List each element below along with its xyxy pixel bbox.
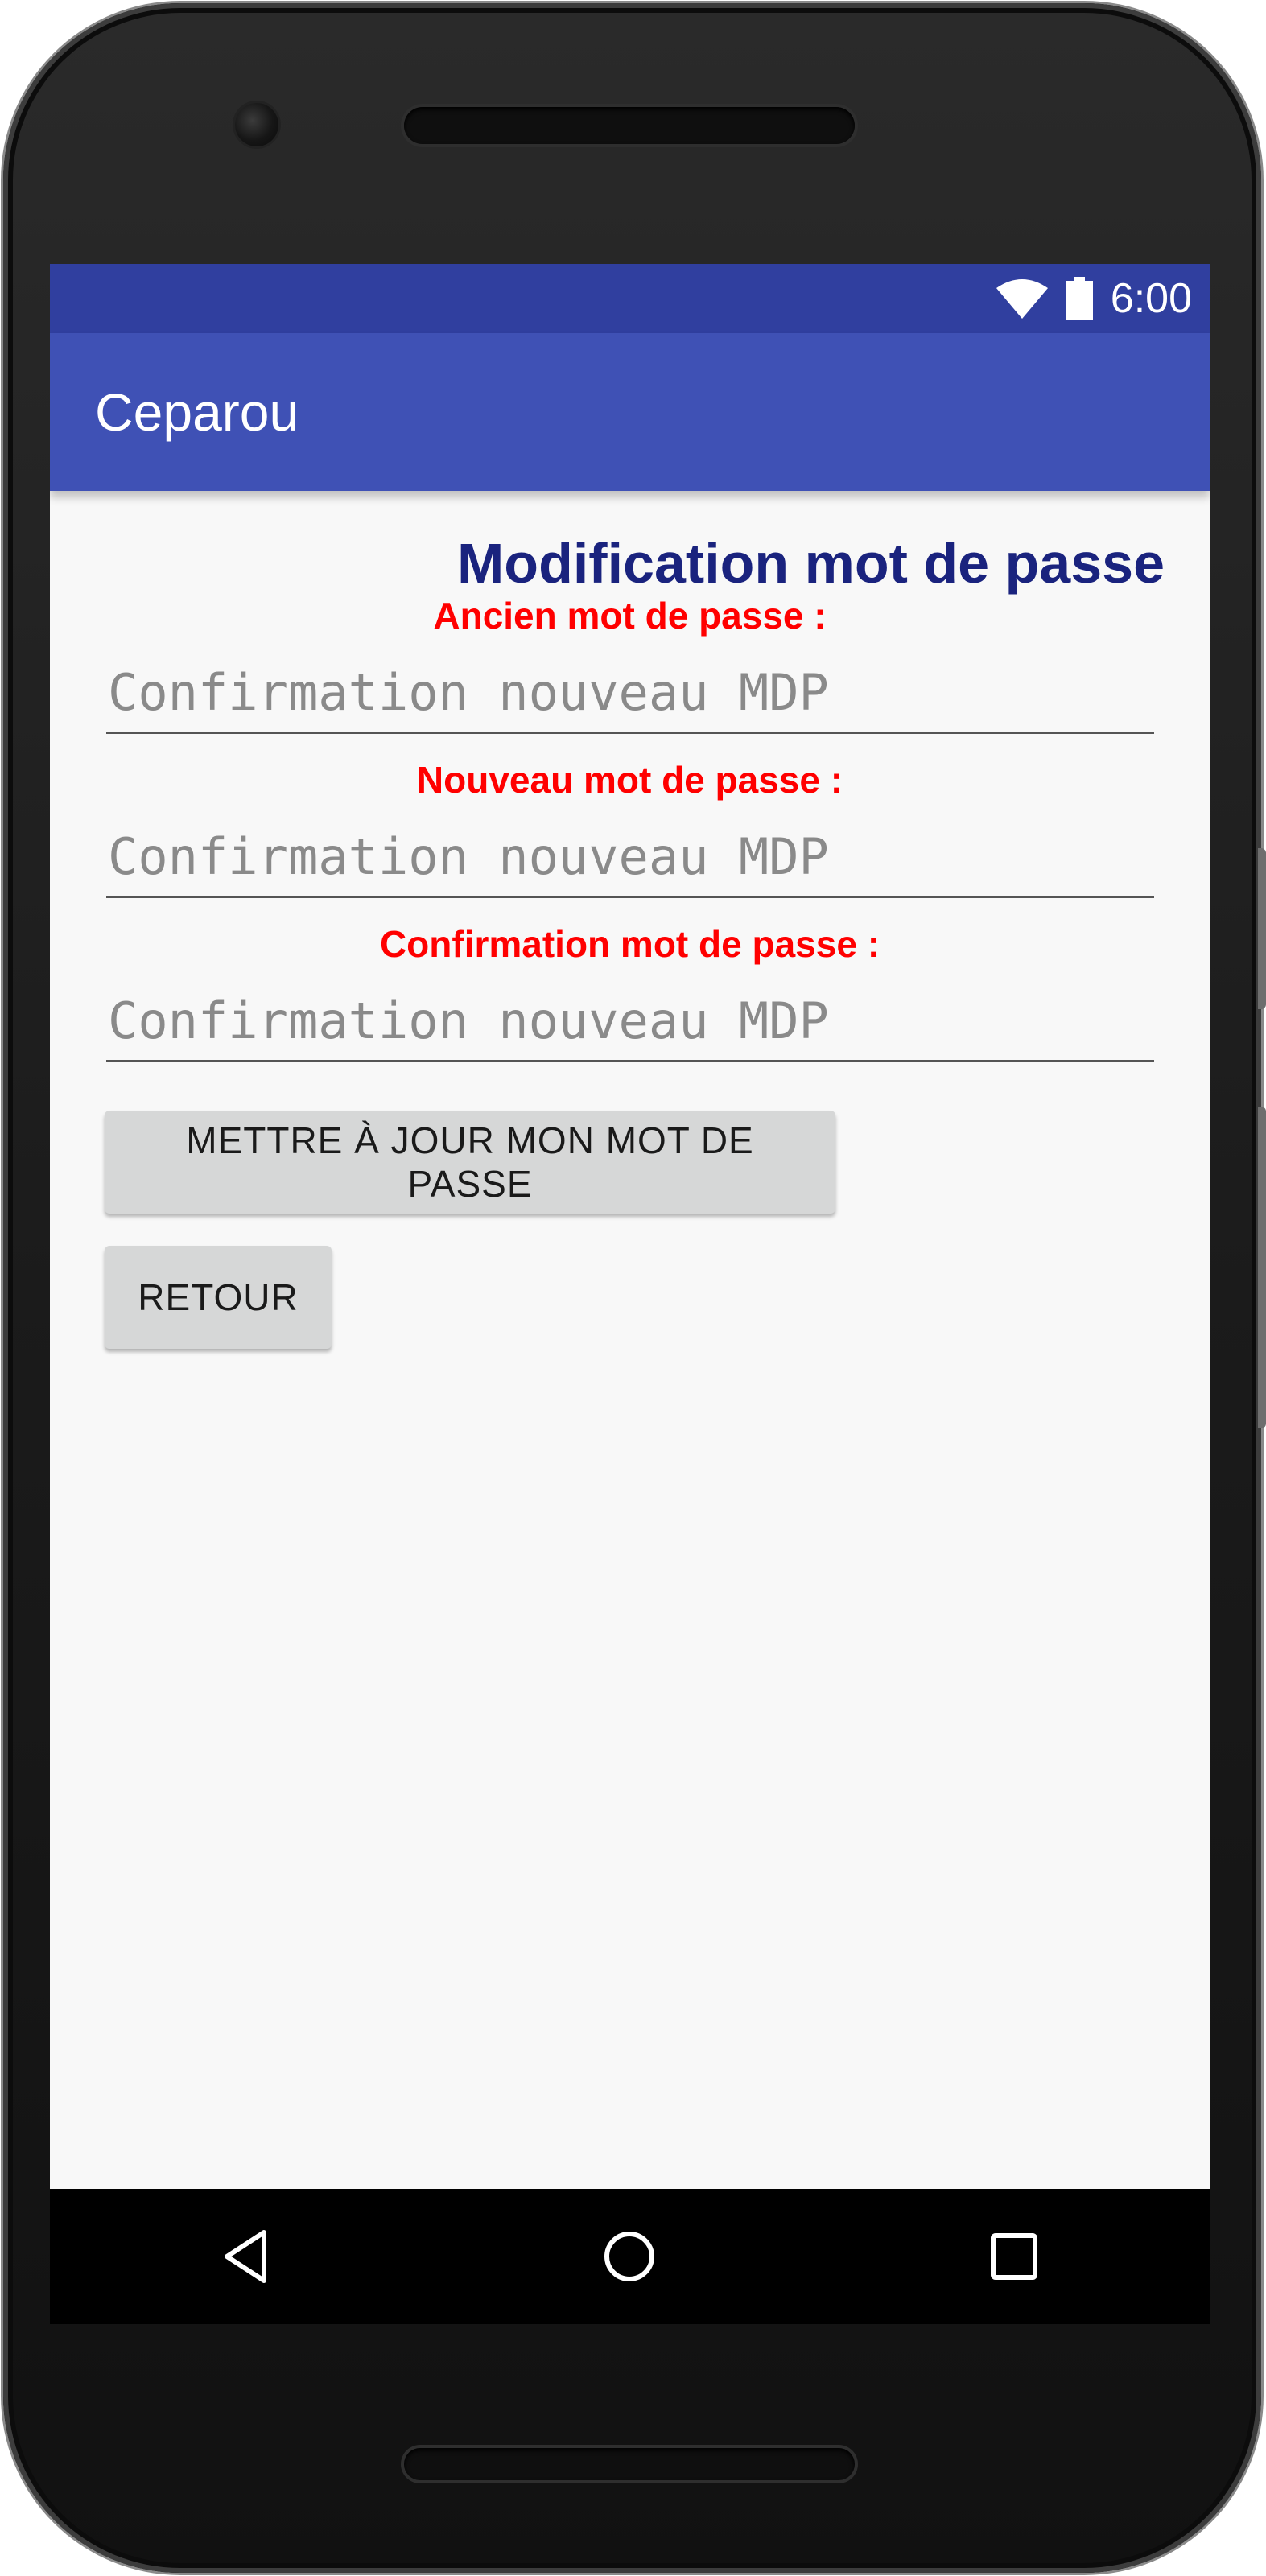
status-time: 6:00 — [1110, 275, 1192, 322]
old-password-label: Ancien mot de passe : — [433, 595, 827, 637]
confirm-password-input[interactable] — [106, 982, 1154, 1062]
volume-button — [1258, 848, 1266, 1009]
update-password-button[interactable]: METTRE À JOUR MON MOT DE PASSE — [105, 1111, 835, 1214]
page-title: Modification mot de passe — [457, 532, 1165, 595]
app-title: Ceparou — [95, 382, 299, 442]
recents-square-icon[interactable] — [982, 2224, 1046, 2289]
new-password-label: Nouveau mot de passe : — [416, 759, 843, 801]
home-circle-icon[interactable] — [597, 2224, 662, 2289]
bottom-speaker — [404, 2448, 855, 2480]
old-password-input[interactable] — [106, 653, 1154, 734]
back-button[interactable]: RETOUR — [105, 1246, 332, 1349]
app-bar: Ceparou — [50, 333, 1210, 491]
power-button — [1258, 1107, 1266, 1428]
status-bar: 6:00 — [50, 264, 1210, 333]
confirm-password-label: Confirmation mot de passe : — [379, 923, 880, 965]
wifi-icon — [996, 279, 1048, 319]
back-triangle-icon[interactable] — [217, 2224, 282, 2289]
new-password-input[interactable] — [106, 818, 1154, 898]
top-speaker — [404, 107, 855, 144]
front-camera — [235, 103, 278, 146]
battery-icon — [1065, 277, 1093, 320]
screen: 6:00 Ceparou Modification mot de passe A… — [50, 264, 1210, 2324]
navigation-bar — [50, 2189, 1210, 2324]
content: Modification mot de passe Ancien mot de … — [50, 491, 1210, 2189]
